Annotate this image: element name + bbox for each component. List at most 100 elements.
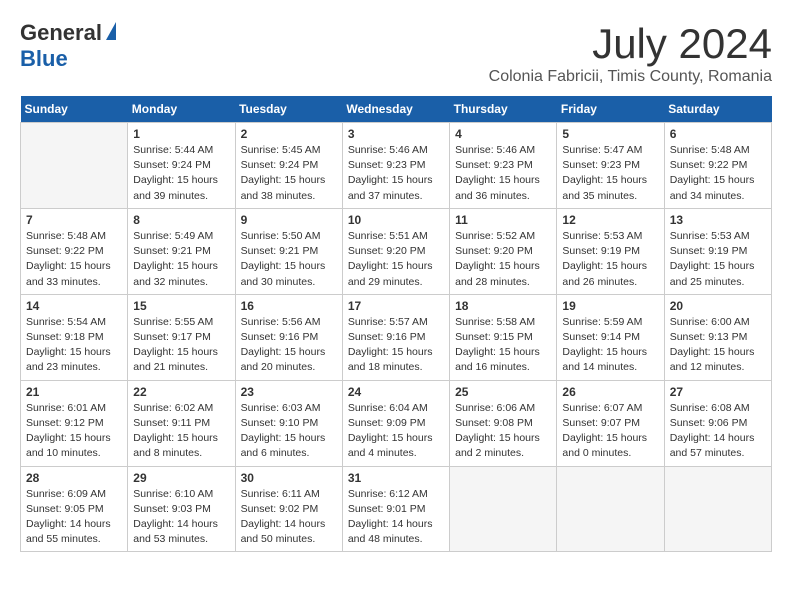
day-info: Sunrise: 5:51 AM Sunset: 9:20 PM Dayligh… bbox=[348, 229, 444, 290]
day-info: Sunrise: 5:59 AM Sunset: 9:14 PM Dayligh… bbox=[562, 315, 658, 376]
day-number: 1 bbox=[133, 127, 229, 141]
calendar-week-row: 14Sunrise: 5:54 AM Sunset: 9:18 PM Dayli… bbox=[21, 294, 772, 380]
table-row bbox=[664, 466, 771, 552]
day-info: Sunrise: 5:48 AM Sunset: 9:22 PM Dayligh… bbox=[670, 143, 766, 204]
table-row: 6Sunrise: 5:48 AM Sunset: 9:22 PM Daylig… bbox=[664, 123, 771, 209]
calendar-week-row: 28 Sunrise: 6:09 AM Sunset: 9:05 PM Dayli… bbox=[21, 466, 772, 552]
logo-general: General bbox=[20, 20, 102, 46]
table-row: 9 Sunrise: 5:50 AM Sunset: 9:21 PM Daylig… bbox=[235, 208, 342, 294]
table-row: 5 Sunrise: 5:47 AM Sunset: 9:23 PM Daylig… bbox=[557, 123, 664, 209]
header-thursday: Thursday bbox=[450, 96, 557, 123]
day-number: 10 bbox=[348, 213, 444, 227]
day-info: Sunrise: 6:11 AM Sunset: 9:02 PM Dayligh… bbox=[241, 487, 337, 548]
header-monday: Monday bbox=[128, 96, 235, 123]
calendar-header-row: SundayMondayTuesdayWednesdayThursdayFrid… bbox=[21, 96, 772, 123]
table-row: 27 Sunrise: 6:08 AM Sunset: 9:06 PM Dayli… bbox=[664, 380, 771, 466]
header-wednesday: Wednesday bbox=[342, 96, 449, 123]
day-number: 20 bbox=[670, 299, 766, 313]
calendar-week-row: 1 Sunrise: 5:44 AM Sunset: 9:24 PM Daylig… bbox=[21, 123, 772, 209]
day-number: 8 bbox=[133, 213, 229, 227]
day-info: Sunrise: 6:09 AM Sunset: 9:05 PM Dayligh… bbox=[26, 487, 122, 548]
location-subtitle: Colonia Fabricii, Timis County, Romania bbox=[489, 68, 772, 86]
table-row: 14Sunrise: 5:54 AM Sunset: 9:18 PM Dayli… bbox=[21, 294, 128, 380]
table-row: 25Sunrise: 6:06 AM Sunset: 9:08 PM Dayli… bbox=[450, 380, 557, 466]
table-row: 10 Sunrise: 5:51 AM Sunset: 9:20 PM Dayli… bbox=[342, 208, 449, 294]
day-number: 24 bbox=[348, 385, 444, 399]
day-number: 17 bbox=[348, 299, 444, 313]
day-number: 11 bbox=[455, 213, 551, 227]
table-row: 16 Sunrise: 5:56 AM Sunset: 9:16 PM Dayli… bbox=[235, 294, 342, 380]
day-number: 13 bbox=[670, 213, 766, 227]
day-info: Sunrise: 5:45 AM Sunset: 9:24 PM Dayligh… bbox=[241, 143, 337, 204]
day-info: Sunrise: 5:52 AM Sunset: 9:20 PM Dayligh… bbox=[455, 229, 551, 290]
table-row: 15 Sunrise: 5:55 AM Sunset: 9:17 PM Dayli… bbox=[128, 294, 235, 380]
table-row: 31Sunrise: 6:12 AM Sunset: 9:01 PM Dayli… bbox=[342, 466, 449, 552]
day-number: 29 bbox=[133, 471, 229, 485]
day-number: 30 bbox=[241, 471, 337, 485]
day-info: Sunrise: 5:49 AM Sunset: 9:21 PM Dayligh… bbox=[133, 229, 229, 290]
logo-triangle-icon bbox=[106, 22, 116, 40]
day-info: Sunrise: 5:58 AM Sunset: 9:15 PM Dayligh… bbox=[455, 315, 551, 376]
day-number: 15 bbox=[133, 299, 229, 313]
header-friday: Friday bbox=[557, 96, 664, 123]
day-number: 22 bbox=[133, 385, 229, 399]
day-info: Sunrise: 6:10 AM Sunset: 9:03 PM Dayligh… bbox=[133, 487, 229, 548]
day-info: Sunrise: 6:02 AM Sunset: 9:11 PM Dayligh… bbox=[133, 401, 229, 462]
table-row bbox=[557, 466, 664, 552]
table-row: 30 Sunrise: 6:11 AM Sunset: 9:02 PM Dayli… bbox=[235, 466, 342, 552]
day-info: Sunrise: 6:08 AM Sunset: 9:06 PM Dayligh… bbox=[670, 401, 766, 462]
table-row bbox=[450, 466, 557, 552]
day-number: 28 bbox=[26, 471, 122, 485]
day-info: Sunrise: 5:56 AM Sunset: 9:16 PM Dayligh… bbox=[241, 315, 337, 376]
day-info: Sunrise: 5:55 AM Sunset: 9:17 PM Dayligh… bbox=[133, 315, 229, 376]
table-row: 18Sunrise: 5:58 AM Sunset: 9:15 PM Dayli… bbox=[450, 294, 557, 380]
table-row: 8 Sunrise: 5:49 AM Sunset: 9:21 PM Daylig… bbox=[128, 208, 235, 294]
day-number: 25 bbox=[455, 385, 551, 399]
day-number: 16 bbox=[241, 299, 337, 313]
table-row: 11 Sunrise: 5:52 AM Sunset: 9:20 PM Dayli… bbox=[450, 208, 557, 294]
month-title: July 2024 bbox=[489, 20, 772, 68]
day-number: 2 bbox=[241, 127, 337, 141]
calendar-week-row: 21Sunrise: 6:01 AM Sunset: 9:12 PM Dayli… bbox=[21, 380, 772, 466]
table-row: 19Sunrise: 5:59 AM Sunset: 9:14 PM Dayli… bbox=[557, 294, 664, 380]
day-info: Sunrise: 6:03 AM Sunset: 9:10 PM Dayligh… bbox=[241, 401, 337, 462]
day-info: Sunrise: 5:46 AM Sunset: 9:23 PM Dayligh… bbox=[455, 143, 551, 204]
day-number: 26 bbox=[562, 385, 658, 399]
logo: General Blue bbox=[20, 20, 116, 72]
table-row: 1 Sunrise: 5:44 AM Sunset: 9:24 PM Daylig… bbox=[128, 123, 235, 209]
day-info: Sunrise: 6:12 AM Sunset: 9:01 PM Dayligh… bbox=[348, 487, 444, 548]
table-row: 17 Sunrise: 5:57 AM Sunset: 9:16 PM Dayli… bbox=[342, 294, 449, 380]
day-info: Sunrise: 5:48 AM Sunset: 9:22 PM Dayligh… bbox=[26, 229, 122, 290]
day-number: 4 bbox=[455, 127, 551, 141]
day-info: Sunrise: 5:53 AM Sunset: 9:19 PM Dayligh… bbox=[562, 229, 658, 290]
day-info: Sunrise: 5:57 AM Sunset: 9:16 PM Dayligh… bbox=[348, 315, 444, 376]
table-row: 28 Sunrise: 6:09 AM Sunset: 9:05 PM Dayli… bbox=[21, 466, 128, 552]
day-number: 14 bbox=[26, 299, 122, 313]
day-info: Sunrise: 6:00 AM Sunset: 9:13 PM Dayligh… bbox=[670, 315, 766, 376]
day-number: 23 bbox=[241, 385, 337, 399]
header-sunday: Sunday bbox=[21, 96, 128, 123]
header-saturday: Saturday bbox=[664, 96, 771, 123]
day-info: Sunrise: 5:47 AM Sunset: 9:23 PM Dayligh… bbox=[562, 143, 658, 204]
day-info: Sunrise: 5:53 AM Sunset: 9:19 PM Dayligh… bbox=[670, 229, 766, 290]
table-row: 26 Sunrise: 6:07 AM Sunset: 9:07 PM Dayli… bbox=[557, 380, 664, 466]
day-number: 9 bbox=[241, 213, 337, 227]
table-row bbox=[21, 123, 128, 209]
day-number: 5 bbox=[562, 127, 658, 141]
table-row: 21Sunrise: 6:01 AM Sunset: 9:12 PM Dayli… bbox=[21, 380, 128, 466]
table-row: 2 Sunrise: 5:45 AM Sunset: 9:24 PM Daylig… bbox=[235, 123, 342, 209]
day-number: 12 bbox=[562, 213, 658, 227]
table-row: 4 Sunrise: 5:46 AM Sunset: 9:23 PM Daylig… bbox=[450, 123, 557, 209]
table-row: 13 Sunrise: 5:53 AM Sunset: 9:19 PM Dayli… bbox=[664, 208, 771, 294]
day-number: 21 bbox=[26, 385, 122, 399]
day-info: Sunrise: 5:50 AM Sunset: 9:21 PM Dayligh… bbox=[241, 229, 337, 290]
table-row: 3Sunrise: 5:46 AM Sunset: 9:23 PM Daylig… bbox=[342, 123, 449, 209]
table-row: 20 Sunrise: 6:00 AM Sunset: 9:13 PM Dayli… bbox=[664, 294, 771, 380]
day-info: Sunrise: 6:07 AM Sunset: 9:07 PM Dayligh… bbox=[562, 401, 658, 462]
table-row: 22 Sunrise: 6:02 AM Sunset: 9:11 PM Dayli… bbox=[128, 380, 235, 466]
day-info: Sunrise: 5:44 AM Sunset: 9:24 PM Dayligh… bbox=[133, 143, 229, 204]
day-info: Sunrise: 6:04 AM Sunset: 9:09 PM Dayligh… bbox=[348, 401, 444, 462]
day-number: 7 bbox=[26, 213, 122, 227]
day-number: 27 bbox=[670, 385, 766, 399]
table-row: 7 Sunrise: 5:48 AM Sunset: 9:22 PM Daylig… bbox=[21, 208, 128, 294]
